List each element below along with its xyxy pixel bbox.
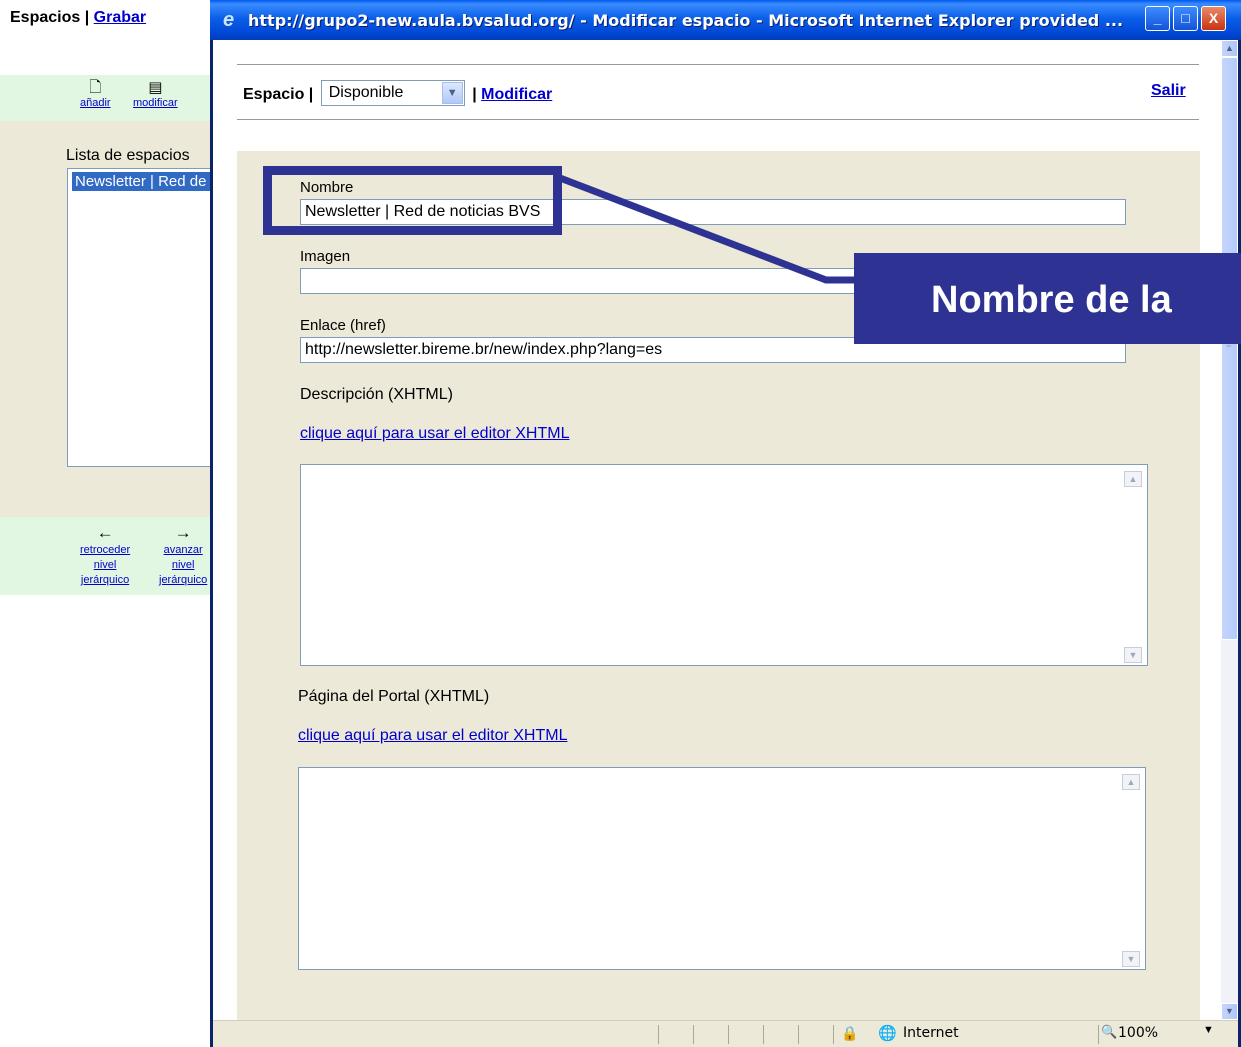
modify-button[interactable]: ▤ modificar — [133, 79, 178, 109]
add-link[interactable]: añadir — [80, 97, 111, 109]
forward-level-button[interactable]: → avanzar nivel jerárquico — [159, 523, 207, 588]
new-document-icon: 🗋 — [89, 79, 102, 96]
modify-toolbar-link[interactable]: modificar — [133, 97, 178, 109]
edit-document-icon: ▤ — [148, 79, 163, 96]
top-divider — [237, 64, 1199, 65]
textarea-scrollbar[interactable]: ▲ ▼ — [1117, 768, 1145, 969]
modify-link[interactable]: Modificar — [481, 86, 552, 103]
scrollbar-thumb[interactable]: ≡ — [1221, 57, 1238, 640]
maximize-button[interactable]: □ — [1173, 6, 1198, 31]
spaces-toolbar: 🗋 añadir ▤ modificar — [0, 75, 215, 121]
scroll-up-icon[interactable]: ▲ — [1221, 40, 1238, 57]
divider — [798, 1025, 799, 1044]
name-field-highlight — [263, 166, 562, 235]
globe-icon: 🌐 — [878, 1025, 897, 1042]
nav-separator: | — [472, 86, 477, 104]
security-zone: Internet — [903, 1025, 959, 1041]
add-button[interactable]: 🗋 añadir — [80, 79, 111, 109]
minimize-button[interactable]: _ — [1145, 6, 1170, 31]
scroll-down-icon[interactable]: ▼ — [1124, 647, 1142, 663]
scroll-down-icon[interactable]: ▼ — [1122, 951, 1140, 967]
chevron-down-icon[interactable]: ▼ — [1203, 1024, 1214, 1036]
chevron-down-icon[interactable]: ▼ — [441, 82, 463, 104]
hierarchy-nav: ← retroceder nivel jerárquico → avanzar niv… — [0, 517, 215, 595]
window-titlebar[interactable]: e http://grupo2-new.aula.bvsalud.org/ - … — [210, 0, 1241, 40]
divider — [693, 1025, 694, 1044]
status-bar: 🔒 🌐 Internet 🔍 100% ▼ — [213, 1020, 1238, 1047]
grip-icon: ≡ — [1226, 340, 1232, 350]
exit-link[interactable]: Salir — [1151, 82, 1186, 100]
forward-level-link[interactable]: avanzar nivel jerárquico — [159, 544, 207, 586]
window-title: http://grupo2-new.aula.bvsalud.org/ - Mo… — [248, 11, 1124, 30]
spaces-title: Espacios — [10, 9, 81, 26]
form-nav-bar: Espacio | Disponible ▼ | Modificar — [243, 80, 552, 108]
internet-explorer-icon: e — [223, 9, 235, 31]
spaces-header: Espacios | Grabar — [10, 9, 146, 27]
back-level-button[interactable]: ← retroceder nivel jerárquico — [80, 523, 130, 588]
image-label: Imagen — [300, 248, 351, 265]
back-level-link[interactable]: retroceder nivel jerárquico — [80, 544, 130, 586]
arrow-left-icon: ← — [96, 523, 114, 542]
list-item[interactable]: Newsletter | Red de noticias BVS — [72, 172, 216, 191]
callout-text: Nombre de la — [931, 279, 1172, 321]
divider — [728, 1025, 729, 1044]
description-editor-link[interactable]: clique aquí para usar el editor XHTML — [300, 425, 569, 443]
divider — [1098, 1025, 1099, 1044]
description-label: Descripción (XHTML) — [300, 386, 453, 403]
divider — [763, 1025, 764, 1044]
arrow-right-icon: → — [174, 523, 192, 542]
header-separator: | — [84, 9, 90, 26]
description-textarea[interactable]: ▲ ▼ — [300, 464, 1148, 666]
spaces-list-label: Lista de espacios — [66, 147, 190, 164]
close-button[interactable]: X — [1201, 6, 1226, 31]
portal-page-label: Página del Portal (XHTML) — [298, 688, 490, 705]
zoom-icon[interactable]: 🔍 — [1101, 1024, 1117, 1040]
portal-editor-link[interactable]: clique aquí para usar el editor XHTML — [298, 727, 567, 745]
divider — [833, 1025, 834, 1044]
security-warning-icon[interactable]: 🔒 — [841, 1025, 858, 1042]
textarea-scrollbar[interactable]: ▲ ▼ — [1119, 465, 1147, 665]
scroll-up-icon[interactable]: ▲ — [1122, 774, 1140, 790]
spaces-listbox[interactable]: Newsletter | Red de noticias BVS — [67, 168, 217, 467]
status-select-value: Disponible — [328, 84, 404, 101]
divider — [658, 1025, 659, 1044]
scroll-down-icon[interactable]: ▼ — [1221, 1003, 1238, 1020]
window-scrollbar[interactable]: ▲ ≡ ▼ — [1221, 40, 1238, 1020]
status-select[interactable]: Disponible ▼ — [320, 80, 465, 106]
zoom-level[interactable]: 100% — [1118, 1025, 1158, 1041]
space-label: Espacio | — [243, 86, 314, 104]
portal-page-textarea[interactable]: ▲ ▼ — [298, 767, 1146, 970]
link-label: Enlace (href) — [300, 317, 386, 334]
modify-space-window: e http://grupo2-new.aula.bvsalud.org/ - … — [210, 0, 1241, 1047]
scroll-up-icon[interactable]: ▲ — [1124, 471, 1142, 487]
save-link[interactable]: Grabar — [94, 9, 146, 26]
callout-box: Nombre de la — [854, 253, 1241, 344]
nav-divider — [237, 119, 1199, 120]
